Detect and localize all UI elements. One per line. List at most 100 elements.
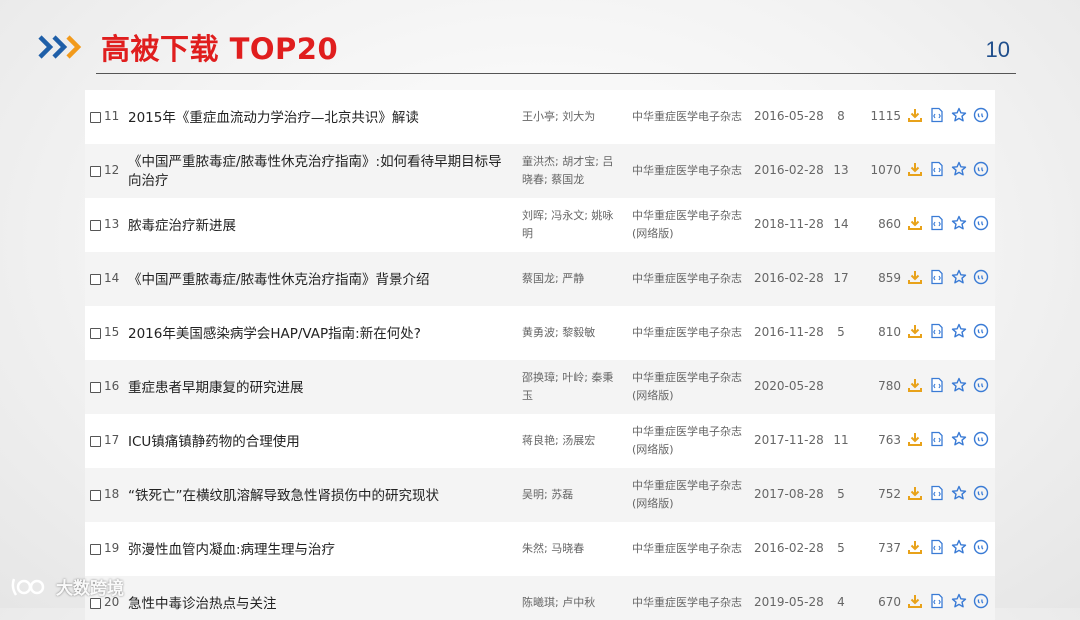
cite-quote-icon[interactable]: [973, 269, 989, 285]
row-index: 19: [104, 541, 120, 555]
table-row[interactable]: 12 《中国严重脓毒症/脓毒性休克治疗指南》:如何看待早期目标导向治疗 童洪杰; 胡…: [85, 144, 995, 198]
download-count: 1115: [870, 109, 901, 123]
citation-count: 13: [833, 163, 849, 177]
publish-date: 2020-05-28: [754, 379, 824, 393]
download-icon[interactable]: [907, 485, 923, 501]
citation-count: 4: [837, 595, 845, 609]
favorite-star-icon[interactable]: [951, 161, 967, 177]
download-count: 763: [878, 433, 901, 447]
cite-quote-icon[interactable]: [973, 215, 989, 231]
download-icon[interactable]: [907, 269, 923, 285]
cite-quote-icon[interactable]: [973, 377, 989, 393]
row-actions: [907, 377, 989, 393]
download-icon[interactable]: [907, 161, 923, 177]
table-row[interactable]: 19 弥漫性血管内凝血:病理生理与治疗 朱然; 马晓春 中华重症医学电子杂志 2016-…: [85, 522, 995, 576]
article-title-link[interactable]: 弥漫性血管内凝血:病理生理与治疗: [128, 532, 513, 568]
download-icon[interactable]: [907, 431, 923, 447]
download-count: 780: [878, 379, 901, 393]
article-title-link[interactable]: ICU镇痛镇静药物的合理使用: [128, 424, 513, 460]
article-title-link[interactable]: 《中国严重脓毒症/脓毒性休克治疗指南》背景介绍: [128, 262, 513, 298]
row-index: 17: [104, 433, 120, 447]
row-index: 18: [104, 487, 120, 501]
row-checkbox[interactable]: [90, 112, 101, 123]
cite-quote-icon[interactable]: [973, 485, 989, 501]
html-icon[interactable]: [929, 269, 945, 285]
publish-date: 2018-11-28: [754, 217, 824, 231]
publish-date: 2017-08-28: [754, 487, 824, 501]
article-title-link[interactable]: 《中国严重脓毒症/脓毒性休克治疗指南》:如何看待早期目标导向治疗: [128, 154, 513, 190]
cite-quote-icon[interactable]: [973, 107, 989, 123]
article-title-link[interactable]: 脓毒症治疗新进展: [128, 208, 513, 244]
row-checkbox[interactable]: [90, 328, 101, 339]
row-checkbox[interactable]: [90, 436, 101, 447]
html-icon[interactable]: [929, 323, 945, 339]
download-icon[interactable]: [907, 377, 923, 393]
favorite-star-icon[interactable]: [951, 377, 967, 393]
html-icon[interactable]: [929, 539, 945, 555]
article-title-link[interactable]: 急性中毒诊治热点与关注: [128, 586, 513, 620]
favorite-star-icon[interactable]: [951, 593, 967, 609]
cite-quote-icon[interactable]: [973, 323, 989, 339]
html-icon[interactable]: [929, 485, 945, 501]
article-authors: 王小亭; 刘大为: [522, 110, 596, 123]
cite-quote-icon[interactable]: [973, 431, 989, 447]
favorite-star-icon[interactable]: [951, 215, 967, 231]
download-icon[interactable]: [907, 539, 923, 555]
row-checkbox[interactable]: [90, 382, 101, 393]
row-checkbox[interactable]: [90, 598, 101, 609]
cite-quote-icon[interactable]: [973, 593, 989, 609]
cite-quote-icon[interactable]: [973, 161, 989, 177]
row-checkbox[interactable]: [90, 220, 101, 231]
article-authors: 童洪杰; 胡才宝; 吕晓春; 蔡国龙: [522, 155, 614, 186]
row-actions: [907, 431, 989, 447]
download-icon[interactable]: [907, 107, 923, 123]
table-row[interactable]: 18 “铁死亡”在横纹肌溶解导致急性肾损伤中的研究现状 吴明; 苏磊 中华重症医学电子…: [85, 468, 995, 522]
html-icon[interactable]: [929, 215, 945, 231]
watermark: 大数跨境: [10, 574, 124, 599]
download-icon[interactable]: [907, 593, 923, 609]
cite-quote-icon[interactable]: [973, 539, 989, 555]
row-checkbox[interactable]: [90, 490, 101, 501]
article-title-link[interactable]: “铁死亡”在横纹肌溶解导致急性肾损伤中的研究现状: [128, 478, 513, 514]
html-icon[interactable]: [929, 431, 945, 447]
table-row[interactable]: 15 2016年美国感染病学会HAP/VAP指南:新在何处? 黄勇波; 黎毅敏 中华重…: [85, 306, 995, 360]
table-row[interactable]: 14 《中国严重脓毒症/脓毒性休克治疗指南》背景介绍 蔡国龙; 严静 中华重症医学电子…: [85, 252, 995, 306]
citation-count: 14: [833, 217, 849, 231]
article-source: 中华重症医学电子杂志: [632, 164, 742, 177]
html-icon[interactable]: [929, 593, 945, 609]
favorite-star-icon[interactable]: [951, 485, 967, 501]
favorite-star-icon[interactable]: [951, 539, 967, 555]
favorite-star-icon[interactable]: [951, 107, 967, 123]
favorite-star-icon[interactable]: [951, 323, 967, 339]
favorite-star-icon[interactable]: [951, 431, 967, 447]
article-authors: 陈曦琪; 卢中秋: [522, 596, 596, 609]
favorite-star-icon[interactable]: [951, 269, 967, 285]
citation-count: 8: [837, 109, 845, 123]
table-row[interactable]: 16 重症患者早期康复的研究进展 邵换璋; 叶岭; 秦秉玉 中华重症医学电子杂志(网络…: [85, 360, 995, 414]
article-title-link[interactable]: 2016年美国感染病学会HAP/VAP指南:新在何处?: [128, 316, 513, 352]
row-checkbox[interactable]: [90, 274, 101, 285]
html-icon[interactable]: [929, 161, 945, 177]
table-row[interactable]: 11 2015年《重症血流动力学治疗—北京共识》解读 王小亭; 刘大为 中华重症医学电…: [85, 90, 995, 144]
table-row[interactable]: 20 急性中毒诊治热点与关注 陈曦琪; 卢中秋 中华重症医学电子杂志 2019-05-2…: [85, 576, 995, 620]
download-icon[interactable]: [907, 215, 923, 231]
article-title-link[interactable]: 2015年《重症血流动力学治疗—北京共识》解读: [128, 100, 513, 136]
publish-date: 2016-05-28: [754, 109, 824, 123]
article-source: 中华重症医学电子杂志(网络版): [632, 209, 742, 240]
html-icon[interactable]: [929, 107, 945, 123]
row-checkbox[interactable]: [90, 544, 101, 555]
row-index: 14: [104, 271, 120, 285]
download-icon[interactable]: [907, 323, 923, 339]
download-count: 859: [878, 271, 901, 285]
citation-count: 11: [833, 433, 849, 447]
table-row[interactable]: 13 脓毒症治疗新进展 刘晖; 冯永文; 姚咏明 中华重症医学电子杂志(网络版) 201…: [85, 198, 995, 252]
row-index: 12: [104, 163, 120, 177]
html-icon[interactable]: [929, 377, 945, 393]
row-index: 16: [104, 379, 120, 393]
article-authors: 黄勇波; 黎毅敏: [522, 326, 596, 339]
row-actions: [907, 593, 989, 609]
table-row[interactable]: 17 ICU镇痛镇静药物的合理使用 蒋良艳; 汤展宏 中华重症医学电子杂志(网络版) 2…: [85, 414, 995, 468]
article-title-link[interactable]: 重症患者早期康复的研究进展: [128, 370, 513, 406]
row-checkbox[interactable]: [90, 166, 101, 177]
citation-count: 5: [837, 487, 845, 501]
